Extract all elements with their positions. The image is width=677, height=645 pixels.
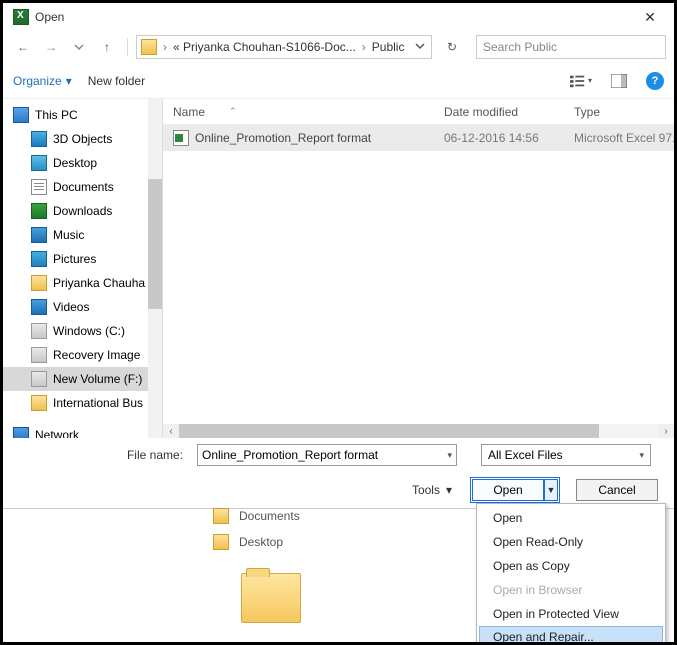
tree-this-pc[interactable]: This PC [3, 103, 162, 127]
preview-pane-button[interactable] [608, 70, 630, 92]
chevron-right-icon[interactable]: › [159, 40, 171, 54]
sort-indicator-icon: ⌃ [229, 106, 237, 117]
tree-documents[interactable]: Documents [3, 175, 162, 199]
menu-open[interactable]: Open [479, 506, 663, 530]
filename-label: File name: [19, 448, 189, 462]
chevron-right-icon[interactable]: › [358, 40, 370, 54]
horizontal-scrollbar[interactable]: ‹ › [163, 424, 674, 438]
refresh-button[interactable]: ↻ [440, 35, 464, 59]
excel-icon [13, 9, 29, 25]
help-button[interactable]: ? [646, 72, 664, 90]
nav-tree: This PC 3D Objects Desktop Documents Dow… [3, 99, 163, 438]
cancel-button[interactable]: Cancel [576, 479, 658, 501]
file-date: 06-12-2016 14:56 [434, 131, 564, 145]
chevron-down-icon: ▾ [446, 483, 452, 497]
folder-icon [213, 534, 229, 550]
titlebar: Open ✕ [3, 3, 674, 31]
tree-3d-objects[interactable]: 3D Objects [3, 127, 162, 151]
file-name: Online_Promotion_Report format [195, 131, 371, 145]
chevron-down-icon: ▾ [639, 450, 644, 461]
breadcrumb-segment[interactable]: « Priyanka Chouhan-S1066-Doc... [171, 40, 358, 54]
filename-input[interactable]: Online_Promotion_Report format ▾ [197, 444, 457, 466]
address-bar[interactable]: › « Priyanka Chouhan-S1066-Doc... › Publ… [136, 35, 432, 59]
open-button[interactable]: Open [472, 479, 544, 501]
file-list: Name ⌃ Date modified Type Online_Promoti… [163, 99, 674, 438]
background-window: Documents Desktop [213, 503, 513, 623]
tree-recovery[interactable]: Recovery Image [3, 343, 162, 367]
open-split-button[interactable]: ▼ [544, 479, 558, 501]
tree-music[interactable]: Music [3, 223, 162, 247]
scroll-left-icon[interactable]: ‹ [163, 424, 179, 438]
tree-folder[interactable]: Priyanka Chauha [3, 271, 162, 295]
file-type: Microsoft Excel 97... [564, 131, 674, 145]
address-dropdown[interactable] [411, 40, 429, 54]
tools-button[interactable]: Tools▾ [412, 483, 452, 497]
folder-icon [213, 508, 229, 524]
new-folder-button[interactable]: New folder [88, 74, 145, 88]
excel-file-icon [173, 130, 189, 146]
up-button[interactable]: ↑ [95, 35, 119, 59]
col-name[interactable]: Name ⌃ [163, 105, 434, 119]
folder-icon [139, 37, 159, 57]
file-row[interactable]: Online_Promotion_Report format 06-12-201… [163, 125, 674, 151]
scroll-thumb[interactable] [179, 424, 599, 438]
tree-videos[interactable]: Videos [3, 295, 162, 319]
filename-row: File name: Online_Promotion_Report forma… [3, 438, 674, 472]
menu-open-readonly[interactable]: Open Read-Only [479, 530, 663, 554]
menu-open-repair[interactable]: Open and Repair... [479, 626, 663, 645]
close-button[interactable]: ✕ [630, 3, 670, 31]
open-dropdown-menu: Open Open Read-Only Open as Copy Open in… [476, 503, 666, 645]
tree-scroll-thumb[interactable] [148, 179, 162, 309]
nav-row: ← → ↑ › « Priyanka Chouhan-S1066-Doc... … [3, 31, 674, 63]
tree-windows-c[interactable]: Windows (C:) [3, 319, 162, 343]
chevron-down-icon[interactable]: ▾ [447, 450, 452, 461]
menu-open-protected[interactable]: Open in Protected View [479, 602, 663, 626]
organize-button[interactable]: Organize ▾ [13, 74, 72, 88]
scroll-right-icon[interactable]: › [658, 424, 674, 438]
filetype-select[interactable]: All Excel Files ▾ [481, 444, 651, 466]
search-input[interactable]: Search Public [476, 35, 666, 59]
chevron-down-icon: ▾ [66, 74, 72, 88]
back-button[interactable]: ← [11, 35, 35, 59]
tree-network[interactable]: Network [3, 423, 162, 438]
column-headers: Name ⌃ Date modified Type [163, 99, 674, 125]
search-placeholder: Search Public [483, 40, 557, 54]
tree-desktop[interactable]: Desktop [3, 151, 162, 175]
col-date[interactable]: Date modified [434, 105, 564, 119]
menu-open-copy[interactable]: Open as Copy [479, 554, 663, 578]
window-title: Open [35, 10, 64, 24]
large-folder-icon [241, 573, 301, 623]
menu-open-browser: Open in Browser [479, 578, 663, 602]
forward-button[interactable]: → [39, 35, 63, 59]
open-dialog: Open ✕ ← → ↑ › « Priyanka Chouhan-S1066-… [3, 3, 674, 509]
recent-locations-button[interactable] [67, 35, 91, 59]
tree-new-volume-f[interactable]: New Volume (F:) [3, 367, 162, 391]
toolbar: Organize ▾ New folder ▾ ? [3, 63, 674, 99]
tree-folder[interactable]: International Bus [3, 391, 162, 415]
col-type[interactable]: Type [564, 105, 674, 119]
tree-pictures[interactable]: Pictures [3, 247, 162, 271]
view-options-button[interactable]: ▾ [570, 70, 592, 92]
tree-downloads[interactable]: Downloads [3, 199, 162, 223]
breadcrumb-segment[interactable]: Public [370, 40, 407, 54]
